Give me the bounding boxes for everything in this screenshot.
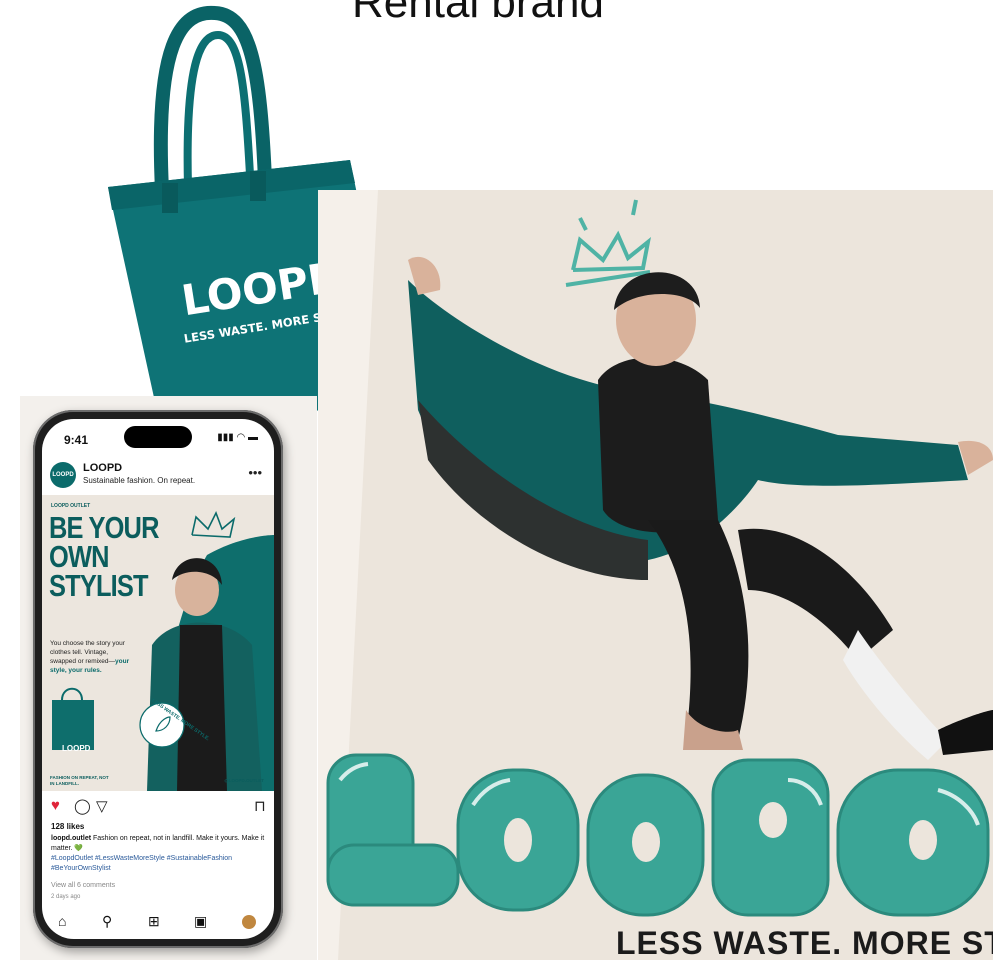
status-bar: 9:41 ▮▮▮ ◠ ▬ [42,419,274,457]
dynamic-island [124,426,192,448]
post-headline: BE YOUR OWN STYLIST [49,510,183,603]
comment-icon[interactable]: ◯ [74,797,91,815]
bookmark-icon[interactable]: ⊓ [254,797,266,815]
poster-wordmark [326,753,990,917]
account-avatar[interactable]: LOOPD [50,462,76,488]
post-body-text: You choose the story your clothes tell. … [50,640,125,665]
status-time: 9:41 [64,433,89,447]
caption-hashtags[interactable]: #LoopdOutlet #LessWasteMoreStyle #Sustai… [51,855,232,872]
headline-line: BE YOUR [49,510,159,545]
more-options-icon[interactable]: ••• [248,465,262,480]
phone-mockup: 9:41 ▮▮▮ ◠ ▬ LOOPD LOOPD Sustainable fas… [33,410,283,948]
post-body: You choose the story your clothes tell. … [50,639,130,675]
poster-tagline: LESS WASTE. MORE STYLE [616,925,993,960]
post-actions: ♥ ◯ ▽ ⊓ [42,797,274,819]
reels-icon[interactable]: ▣ [194,913,207,930]
post-header: LOOPD LOOPD Sustainable fashion. On repe… [42,459,274,493]
phone-screen: 9:41 ▮▮▮ ◠ ▬ LOOPD LOOPD Sustainable fas… [42,419,274,939]
share-icon[interactable]: ▽ [96,797,108,815]
view-comments-link[interactable]: View all 6 comments [51,882,115,889]
post-footer-right: @LOOPD.OUTLET [224,778,264,783]
caption-user[interactable]: loopd.outlet [51,835,91,842]
create-icon[interactable]: ⊞ [148,913,160,930]
campaign-poster: LESS WASTE. MORE STYLE [318,190,993,960]
post-label: LOOPD OUTLET [51,503,91,509]
status-icons: ▮▮▮ ◠ ▬ [217,432,258,443]
account-name[interactable]: LOOPD [83,462,122,474]
likes-count: 128 likes [51,822,85,831]
post-crown-icon [191,511,236,538]
account-bio: Sustainable fashion. On repeat. [83,476,196,485]
home-icon[interactable]: ⌂ [58,913,66,929]
post-image: LOOPD OUTLET BE YOUR OWN STYLIST You cho… [42,495,274,791]
search-icon[interactable]: ⚲ [102,913,112,930]
post-bag-label: LOOPD [62,744,91,753]
post-timestamp: 2 days ago [51,894,81,900]
headline-line: OWN [49,539,109,574]
profile-avatar-icon[interactable] [242,915,256,929]
post-caption: loopd.outlet Fashion on repeat, not in l… [51,834,266,874]
post-footer-left: FASHION ON REPEAT, NOT IN LANDFILL. [50,775,109,786]
headline-line: STYLIST [49,568,149,603]
heart-icon[interactable]: ♥ [51,797,60,814]
tab-bar: ⌂ ⚲ ⊞ ▣ [42,907,274,939]
